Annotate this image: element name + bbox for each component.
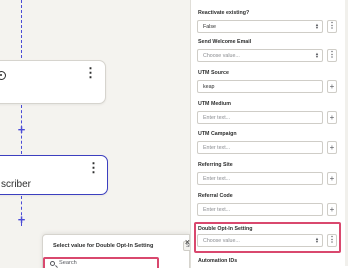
field-label-referring-site: Referring Site <box>198 162 233 168</box>
step-config-panel: Reactivate existing? False ▲ ▼ ⋮ Send Wel… <box>190 0 348 268</box>
referral-code-input[interactable]: Enter text... <box>197 203 323 216</box>
select-chevron-icon: ▲ ▼ <box>315 51 319 59</box>
reactivate-select[interactable]: False ▲ ▼ <box>197 20 323 33</box>
field-label-utm-source: UTM Source <box>198 70 229 76</box>
insert-data-plus-icon[interactable]: + <box>327 141 337 154</box>
insert-data-plus-icon[interactable]: + <box>327 203 337 216</box>
field-label-send-welcome-email: Send Welcome Email <box>198 39 252 45</box>
workflow-node-trigger[interactable]: ⋮ <box>0 60 106 104</box>
send-welcome-email-select[interactable]: Choose value... ▲ ▼ <box>197 49 323 62</box>
referring-site-input[interactable]: Enter text... <box>197 172 323 185</box>
utm-medium-input[interactable]: Enter text... <box>197 111 323 124</box>
insert-data-plus-icon[interactable]: + <box>327 172 337 185</box>
node-title: scriber <box>1 179 32 190</box>
popover-title: Select value for Double Opt-In Setting <box>53 243 154 249</box>
field-label-automation-ids: Automation IDs <box>198 258 238 264</box>
select-value: False <box>203 23 216 30</box>
input-placeholder: Enter text... <box>203 144 231 151</box>
double-opt-in-select[interactable]: Choose value... ▲ ▼ <box>197 234 323 247</box>
add-step-plus-icon[interactable]: + <box>16 213 27 226</box>
workflow-canvas[interactable]: ⋮ + scriber ⋮ + <box>0 0 190 268</box>
field-options-kebab-icon[interactable]: ⋮ <box>327 49 337 62</box>
utm-campaign-input[interactable]: Enter text... <box>197 141 323 154</box>
value-picker-popover: Select value for Double Opt-In Setting S… <box>42 234 202 268</box>
field-options-kebab-icon[interactable]: ⋮ <box>327 20 337 33</box>
workflow-node-selected[interactable]: scriber ⋮ <box>0 155 108 195</box>
node-menu-icon[interactable]: ⋮ <box>87 161 100 174</box>
connector-line <box>21 0 22 58</box>
input-placeholder: Enter text... <box>203 175 231 182</box>
insert-data-plus-icon[interactable]: + <box>327 80 337 93</box>
field-label-referral-code: Referral Code <box>198 193 233 199</box>
select-placeholder: Choose value... <box>203 52 240 59</box>
add-step-plus-icon[interactable]: + <box>16 123 27 136</box>
insert-data-plus-icon[interactable]: + <box>327 111 337 124</box>
field-label-reactivate: Reactivate existing? <box>198 10 250 16</box>
node-menu-icon[interactable]: ⋮ <box>84 66 97 79</box>
search-placeholder: Search <box>59 260 77 266</box>
search-icon <box>50 261 55 266</box>
input-value: keap <box>203 83 215 90</box>
field-label-utm-medium: UTM Medium <box>198 101 231 107</box>
input-placeholder: Enter text... <box>203 206 231 213</box>
select-chevron-icon: ▲ ▼ <box>315 22 319 30</box>
search-input[interactable]: Search <box>43 257 159 268</box>
select-chevron-icon: ▲ ▼ <box>315 236 319 244</box>
select-placeholder: Choose value... <box>203 237 240 244</box>
field-label-double-opt-in: Double Opt-In Setting <box>198 226 253 232</box>
field-options-kebab-icon[interactable]: ⋮ <box>327 234 337 247</box>
utm-source-input[interactable]: keap <box>197 80 323 93</box>
input-placeholder: Enter text... <box>203 114 231 121</box>
node-app-icon <box>0 71 6 80</box>
field-label-utm-campaign: UTM Campaign <box>198 131 237 137</box>
